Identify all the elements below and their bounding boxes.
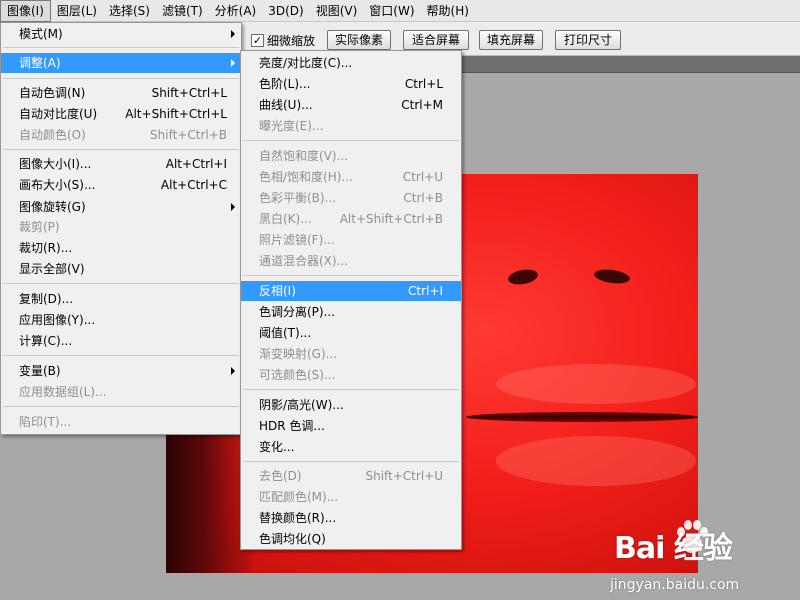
nostril-left <box>507 267 539 287</box>
menu-item-hdr-toning[interactable]: HDR 色调... <box>241 416 461 436</box>
menu-window[interactable]: 窗口(W) <box>363 0 420 22</box>
menu-item-reveal-all[interactable]: 显示全部(V) <box>1 259 241 279</box>
submenu-arrow-icon <box>231 203 235 211</box>
menu-filter[interactable]: 滤镜(T) <box>156 0 209 22</box>
menu-bar: 图像(I) 图层(L) 选择(S) 滤镜(T) 分析(A) 3D(D) 视图(V… <box>0 0 800 22</box>
menu-analysis[interactable]: 分析(A) <box>209 0 263 22</box>
menu-item-auto-color[interactable]: 自动颜色(O) Shift+Ctrl+B <box>1 125 241 145</box>
nostril-right <box>593 267 631 286</box>
menu-view[interactable]: 视图(V) <box>310 0 364 22</box>
menu-item-invert[interactable]: 反相(I) Ctrl+I <box>241 281 461 301</box>
menu-item-brightness-contrast[interactable]: 亮度/对比度(C)... <box>241 53 461 73</box>
menu-item-exposure[interactable]: 曝光度(E)... <box>241 116 461 136</box>
print-size-button[interactable]: 打印尺寸 <box>555 30 621 50</box>
menu-item-duplicate[interactable]: 复制(D)... <box>1 289 241 309</box>
baidu-jingyan-watermark: Bai 经验 jingyan.baidu.com <box>610 515 800 600</box>
submenu-arrow-icon <box>231 30 235 38</box>
menu-separator <box>3 149 239 150</box>
menu-item-posterize[interactable]: 色调分离(P)... <box>241 302 461 322</box>
menu-item-auto-contrast[interactable]: 自动对比度(U) Alt+Shift+Ctrl+L <box>1 104 241 124</box>
menu-separator <box>3 47 239 48</box>
menu-item-image-size[interactable]: 图像大小(I)... Alt+Ctrl+I <box>1 154 241 174</box>
menu-item-curves[interactable]: 曲线(U)... Ctrl+M <box>241 95 461 115</box>
menu-separator <box>3 406 239 407</box>
menu-item-adjustments[interactable]: 调整(A) <box>1 53 241 73</box>
menu-separator <box>243 140 459 141</box>
actual-pixels-button[interactable]: 实际像素 <box>327 30 391 50</box>
menu-item-crop[interactable]: 裁剪(P) <box>1 217 241 237</box>
lower-lip-highlight <box>496 436 696 486</box>
menu-item-hue-saturation[interactable]: 色相/饱和度(H)... Ctrl+U <box>241 167 461 187</box>
submenu-arrow-icon <box>231 367 235 375</box>
lip-line <box>466 412 698 422</box>
menu-item-levels[interactable]: 色阶(L)... Ctrl+L <box>241 74 461 94</box>
upper-lip-highlight <box>496 364 696 404</box>
menu-item-apply-image[interactable]: 应用图像(Y)... <box>1 310 241 330</box>
menu-item-color-balance[interactable]: 色彩平衡(B)... Ctrl+B <box>241 188 461 208</box>
menu-item-auto-tone[interactable]: 自动色调(N) Shift+Ctrl+L <box>1 83 241 103</box>
menu-select[interactable]: 选择(S) <box>103 0 156 22</box>
menu-help[interactable]: 帮助(H) <box>421 0 475 22</box>
menu-item-equalize[interactable]: 色调均化(Q) <box>241 529 461 549</box>
fill-screen-button[interactable]: 填充屏幕 <box>479 30 543 50</box>
menu-item-apply-data-set[interactable]: 应用数据组(L)... <box>1 382 241 402</box>
menu-separator <box>3 355 239 356</box>
menu-item-black-white[interactable]: 黑白(K)... Alt+Shift+Ctrl+B <box>241 209 461 229</box>
menu-item-image-rotation[interactable]: 图像旋转(G) <box>1 197 241 217</box>
menu-item-gradient-map[interactable]: 渐变映射(G)... <box>241 344 461 364</box>
menu-item-desaturate[interactable]: 去色(D) Shift+Ctrl+U <box>241 466 461 486</box>
menu-item-threshold[interactable]: 阈值(T)... <box>241 323 461 343</box>
menu-item-trim[interactable]: 裁切(R)... <box>1 238 241 258</box>
watermark-brand: Bai 经验 <box>614 531 733 566</box>
fit-screen-button[interactable]: 适合屏幕 <box>403 30 469 50</box>
menu-layer[interactable]: 图层(L) <box>51 0 103 22</box>
scrubby-zoom-label: 细微缩放 <box>267 34 316 48</box>
menu-item-canvas-size[interactable]: 画布大小(S)... Alt+Ctrl+C <box>1 175 241 195</box>
menu-image[interactable]: 图像(I) <box>0 0 51 22</box>
adjustments-submenu: 亮度/对比度(C)... 色阶(L)... Ctrl+L 曲线(U)... Ct… <box>240 50 462 550</box>
menu-item-variations[interactable]: 变化... <box>241 437 461 457</box>
menu-item-calculations[interactable]: 计算(C)... <box>1 331 241 351</box>
checkbox-check-icon[interactable]: ✓ <box>251 34 264 47</box>
menu-separator <box>3 283 239 284</box>
menu-item-replace-color[interactable]: 替换颜色(R)... <box>241 508 461 528</box>
menu-item-photo-filter[interactable]: 照片滤镜(F)... <box>241 230 461 250</box>
menu-item-selective-color[interactable]: 可选颜色(S)... <box>241 365 461 385</box>
menu-item-match-color[interactable]: 匹配颜色(M)... <box>241 487 461 507</box>
watermark-url: jingyan.baidu.com <box>610 577 740 593</box>
menu-separator <box>3 78 239 79</box>
scrubby-zoom-checkbox[interactable]: ✓ 细微缩放 <box>251 32 315 49</box>
submenu-arrow-icon <box>231 59 235 67</box>
menu-item-mode[interactable]: 模式(M) <box>1 24 241 44</box>
menu-separator <box>243 389 459 390</box>
menu-3d[interactable]: 3D(D) <box>262 0 309 22</box>
menu-separator <box>243 461 459 462</box>
menu-item-shadows-highlights[interactable]: 阴影/高光(W)... <box>241 395 461 415</box>
menu-item-trap[interactable]: 陷印(T)... <box>1 412 241 432</box>
menu-item-vibrance[interactable]: 自然饱和度(V)... <box>241 146 461 166</box>
menu-separator <box>243 275 459 276</box>
image-menu: 模式(M) 调整(A) 自动色调(N) Shift+Ctrl+L 自动对比度(U… <box>0 22 242 435</box>
menu-item-channel-mixer[interactable]: 通道混合器(X)... <box>241 251 461 271</box>
menu-item-variables[interactable]: 变量(B) <box>1 361 241 381</box>
